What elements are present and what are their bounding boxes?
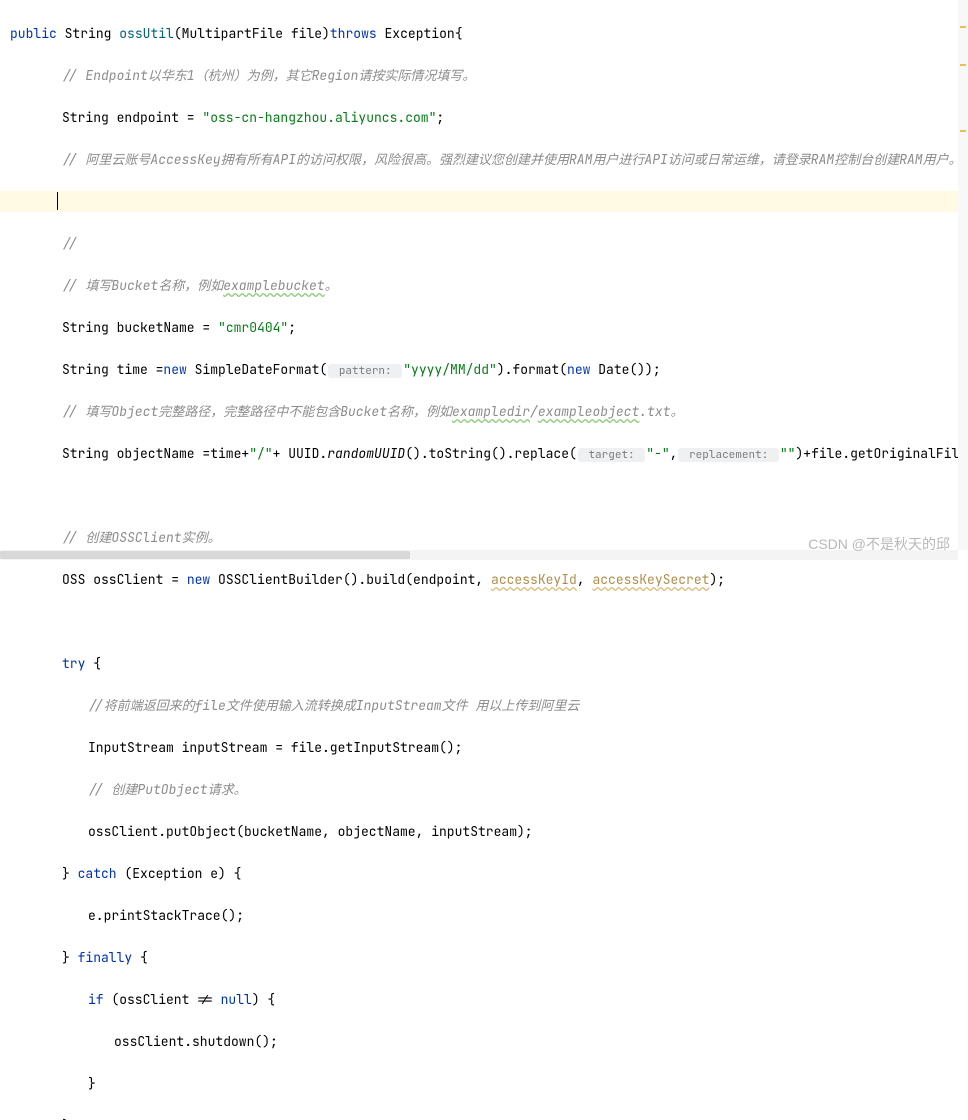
comment: // 创建OSSClient实例。	[62, 529, 221, 546]
brace: {	[455, 25, 463, 42]
code-line[interactable]: ossClient.shutdown();	[10, 1031, 968, 1052]
comment: //将前端返回来的file文件使用输入流转换成InputStream文件 用以上…	[88, 697, 579, 714]
code-line[interactable]: ossClient.putObject(bucketName, objectNa…	[10, 821, 968, 842]
vertical-scrollbar[interactable]	[958, 0, 968, 550]
string-literal: "oss-cn-hangzhou.aliyuncs.com"	[202, 109, 436, 126]
text-caret	[57, 192, 58, 210]
param-hint: target:	[578, 448, 645, 462]
string-literal: "cmr0404"	[218, 319, 288, 336]
code-line[interactable]: String endpoint = "oss-cn-hangzhou.aliyu…	[10, 107, 968, 128]
code-line[interactable]: e.printStackTrace();	[10, 905, 968, 926]
code-line[interactable]: }	[10, 1115, 968, 1120]
code-line[interactable]: // 创建PutObject请求。	[10, 779, 968, 800]
code-line[interactable]: InputStream inputStream = file.getInputS…	[10, 737, 968, 758]
code-line[interactable]: public String ossUtil(MultipartFile file…	[10, 23, 968, 44]
code-text: String endpoint =	[62, 109, 202, 126]
horizontal-scrollbar[interactable]	[0, 550, 958, 560]
method-name: ossUtil	[119, 25, 174, 42]
code-line[interactable]	[10, 611, 968, 632]
warning-symbol[interactable]: accessKeyId	[491, 571, 577, 588]
code-line[interactable]: }	[10, 1073, 968, 1094]
keyword: public	[10, 25, 57, 42]
gutter-marks	[958, 0, 968, 550]
warning-mark[interactable]	[960, 64, 966, 66]
code-line[interactable]: if (ossClient != null) {	[10, 989, 968, 1010]
code-line[interactable]: } finally {	[10, 947, 968, 968]
code-line[interactable]: // 填写Object完整路径，完整路径中不能包含Bucket名称，例如exam…	[10, 401, 968, 422]
code-line[interactable]: String bucketName = "cmr0404";	[10, 317, 968, 338]
code-line[interactable]: //	[10, 233, 968, 254]
code-line[interactable]	[10, 485, 968, 506]
keyword: throws	[330, 25, 377, 42]
warning-mark[interactable]	[960, 130, 966, 132]
comment: //	[62, 235, 78, 252]
code-line[interactable]: String objectName =time+"/"+ UUID.random…	[10, 443, 968, 464]
comment: // Endpoint以华东1（杭州）为例，其它Region请按实际情况填写。	[62, 67, 475, 84]
warning-mark[interactable]	[960, 26, 966, 28]
param-hint: pattern:	[328, 364, 402, 378]
comment: // 创建PutObject请求。	[88, 781, 247, 798]
code-line[interactable]: // 填写Bucket名称，例如examplebucket。	[10, 275, 968, 296]
code-line[interactable]: } catch (Exception e) {	[10, 863, 968, 884]
code-line[interactable]: // Endpoint以华东1（杭州）为例，其它Region请按实际情况填写。	[10, 65, 968, 86]
current-line[interactable]	[0, 191, 960, 212]
comment: // 填写Object完整路径，完整路径中不能包含Bucket名称，例如exam…	[62, 403, 683, 420]
comment: // 填写Bucket名称，例如examplebucket。	[62, 277, 338, 294]
params: (MultipartFile file)	[174, 25, 330, 42]
type: String	[65, 25, 112, 42]
code-line[interactable]: // 阿里云账号AccessKey拥有所有API的访问权限，风险很高。强烈建议您…	[10, 149, 968, 170]
code-editor[interactable]: public String ossUtil(MultipartFile file…	[0, 0, 968, 1120]
param-hint: replacement:	[678, 448, 778, 462]
code-line[interactable]: // 创建OSSClient实例。	[10, 527, 968, 548]
scrollbar-thumb[interactable]	[0, 551, 410, 559]
code-line[interactable]: OSS ossClient = new OSSClientBuilder().b…	[10, 569, 968, 590]
code-line[interactable]: try {	[10, 653, 968, 674]
comment: // 阿里云账号AccessKey拥有所有API的访问权限，风险很高。强烈建议您…	[62, 151, 962, 168]
code-line[interactable]: String time =new SimpleDateFormat( patte…	[10, 359, 968, 380]
code-line[interactable]: //将前端返回来的file文件使用输入流转换成InputStream文件 用以上…	[10, 695, 968, 716]
exception: Exception	[385, 25, 455, 42]
warning-symbol[interactable]: accessKeySecret	[592, 571, 709, 588]
